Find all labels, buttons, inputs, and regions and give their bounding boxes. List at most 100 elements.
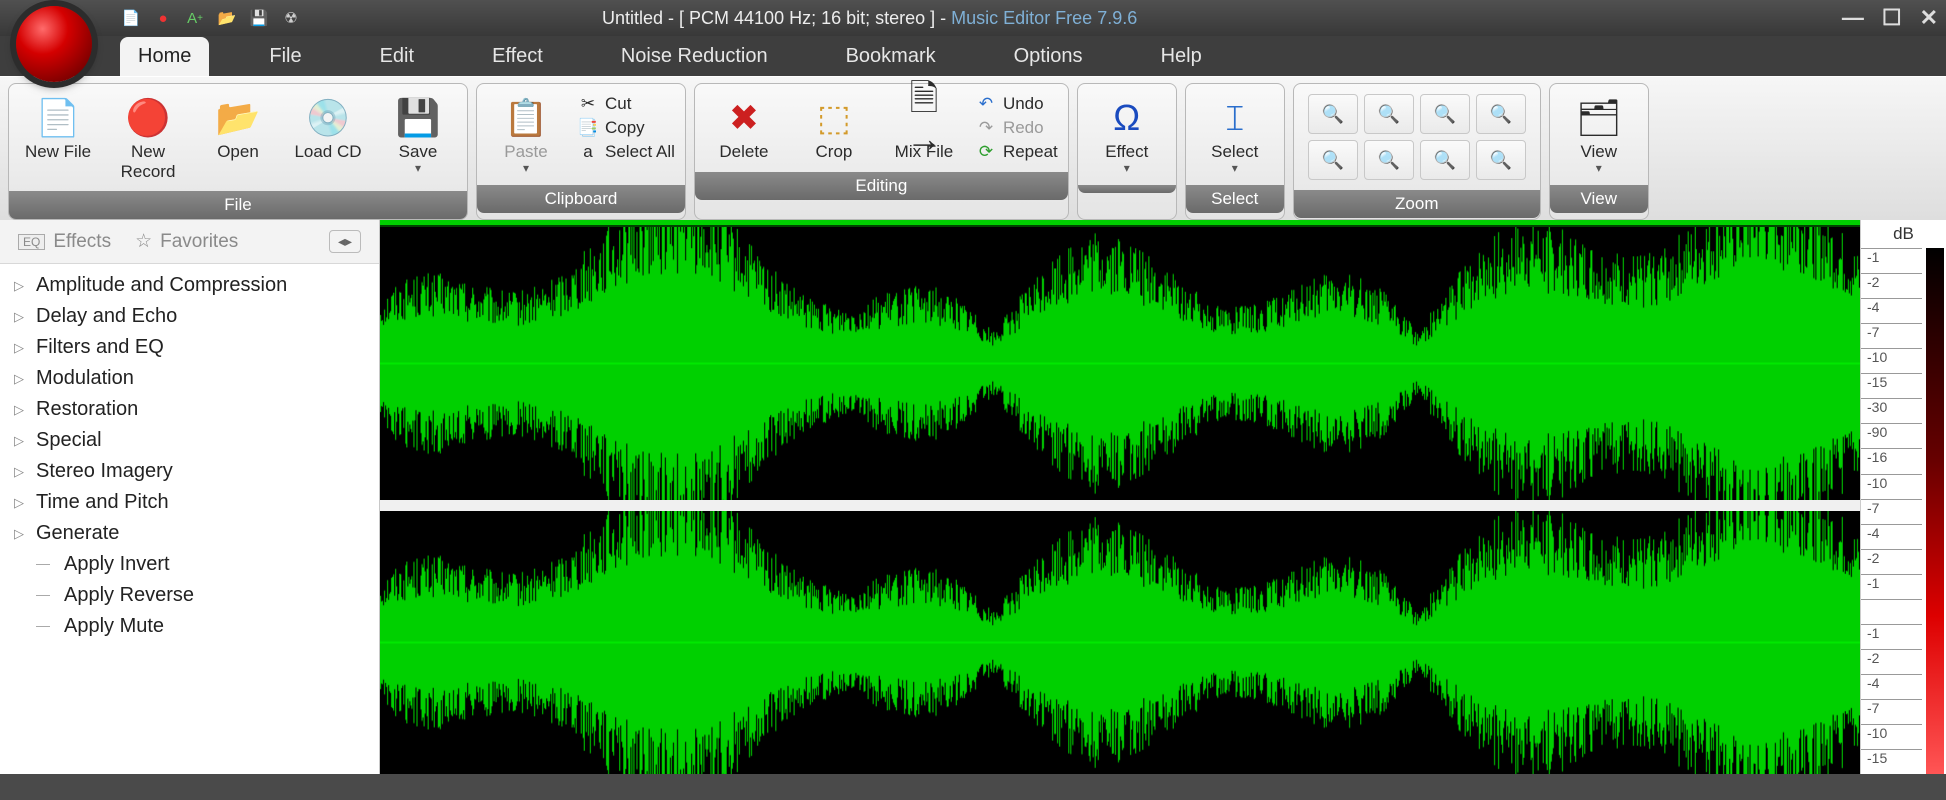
button-label: Cut xyxy=(605,94,631,114)
open-folder-icon[interactable]: 📂 xyxy=(216,7,238,29)
repeat-button[interactable]: ⟳ Repeat xyxy=(975,142,1058,162)
tree-item-apply-mute[interactable]: Apply Mute xyxy=(10,611,369,642)
tab-edit[interactable]: Edit xyxy=(362,37,432,76)
tree-item-label: Restoration xyxy=(36,398,138,421)
tree-item-label: Stereo Imagery xyxy=(36,460,173,483)
paste-button[interactable]: 📋Paste xyxy=(487,90,565,179)
ribbon-group-view: 🗂View View xyxy=(1549,83,1649,220)
redo-button[interactable]: ↷Redo xyxy=(975,118,1058,138)
tree-item-time-and-pitch[interactable]: ▷Time and Pitch xyxy=(10,487,369,518)
level-meter-bar xyxy=(1926,248,1944,774)
side-tab-favorites[interactable]: ☆ Favorites xyxy=(135,230,238,253)
view-button[interactable]: 🗂View xyxy=(1560,90,1638,179)
zoom-button-3[interactable]: 🔍 xyxy=(1476,94,1526,134)
ribbon-group-editing: ✖Delete⬚Crop🗎→Mix File↶Undo↷Redo⟳RepeatE… xyxy=(694,83,1069,220)
select-all-button[interactable]: aSelect All xyxy=(577,142,675,162)
tab-effect[interactable]: Effect xyxy=(474,37,561,76)
tab-bookmark[interactable]: Bookmark xyxy=(828,37,954,76)
repeat-icon: ⟳ xyxy=(975,142,997,162)
maximize-button[interactable]: ☐ xyxy=(1882,5,1902,31)
delete-icon: ✖ xyxy=(720,94,768,142)
tree-item-restoration[interactable]: ▷Restoration xyxy=(10,394,369,425)
minimize-button[interactable]: — xyxy=(1842,5,1864,31)
tree-item-apply-reverse[interactable]: Apply Reverse xyxy=(10,580,369,611)
waveform-right-channel[interactable] xyxy=(380,511,1860,775)
button-label: Redo xyxy=(1003,118,1044,138)
button-label: Crop xyxy=(816,142,853,162)
side-panel-expand-button[interactable]: ◂▸ xyxy=(329,230,361,253)
tab-help[interactable]: Help xyxy=(1143,37,1220,76)
tree-item-apply-invert[interactable]: Apply Invert xyxy=(10,549,369,580)
document-title: Untitled - [ PCM 44100 Hz; 16 bit; stere… xyxy=(602,8,935,28)
add-track-icon[interactable]: A+ xyxy=(184,7,206,29)
new-record-icon: 🔴 xyxy=(124,94,172,142)
app-name: Music Editor Free 7.9.6 xyxy=(951,8,1137,28)
select-button[interactable]: 𝙸Select xyxy=(1196,90,1274,179)
button-label: Load CD xyxy=(294,142,361,162)
crop-button[interactable]: ⬚Crop xyxy=(795,90,873,166)
new-record-button[interactable]: 🔴New Record xyxy=(109,90,187,185)
side-tab-favorites-label: Favorites xyxy=(160,231,238,253)
expand-caret-icon: ▷ xyxy=(14,526,28,542)
paste-icon: 📋 xyxy=(502,94,550,142)
new-file-icon[interactable]: 📄 xyxy=(120,7,142,29)
group-label: View xyxy=(1550,185,1648,213)
db-tick: -30 xyxy=(1861,398,1922,415)
db-tick: -7 xyxy=(1861,323,1922,340)
new-file-button[interactable]: 📄New File xyxy=(19,90,97,166)
window-title: Untitled - [ PCM 44100 Hz; 16 bit; stere… xyxy=(302,8,1842,29)
cut-button[interactable]: ✂Cut xyxy=(577,94,675,114)
select-icon: 𝙸 xyxy=(1211,94,1259,142)
tree-item-delay-and-echo[interactable]: ▷Delay and Echo xyxy=(10,301,369,332)
zoom-button-2[interactable]: 🔍 xyxy=(1420,94,1470,134)
effects-tree: ▷Amplitude and Compression▷Delay and Ech… xyxy=(0,264,379,648)
ribbon: 📄New File🔴New Record📂Open💿Load CD💾SaveFi… xyxy=(0,76,1946,220)
waveform-left-channel[interactable] xyxy=(380,227,1860,501)
tree-item-stereo-imagery[interactable]: ▷Stereo Imagery xyxy=(10,456,369,487)
expand-caret-icon: ▷ xyxy=(14,278,28,294)
zoom-button-4[interactable]: 🔍 xyxy=(1308,140,1358,180)
load-cd-button[interactable]: 💿Load CD xyxy=(289,90,367,166)
open-icon: 📂 xyxy=(214,94,262,142)
close-button[interactable]: ✕ xyxy=(1920,5,1938,31)
zoom-button-5[interactable]: 🔍 xyxy=(1364,140,1414,180)
zoom-button-7[interactable]: 🔍 xyxy=(1476,140,1526,180)
burn-cd-icon[interactable]: ☢ xyxy=(280,7,302,29)
tree-item-filters-and-eq[interactable]: ▷Filters and EQ xyxy=(10,332,369,363)
mix-file-button[interactable]: 🗎→Mix File xyxy=(885,90,963,166)
effect-button[interactable]: ΩEffect xyxy=(1088,90,1166,179)
app-record-orb[interactable] xyxy=(16,6,92,82)
tab-noise-reduction[interactable]: Noise Reduction xyxy=(603,37,786,76)
group-label: Zoom xyxy=(1294,190,1540,218)
button-label: Undo xyxy=(1003,94,1044,114)
save-button[interactable]: 💾Save xyxy=(379,90,457,179)
tab-file[interactable]: File xyxy=(251,37,319,76)
zoom-button-6[interactable]: 🔍 xyxy=(1420,140,1470,180)
db-tick: -2 xyxy=(1861,549,1922,566)
tree-item-amplitude-and-compression[interactable]: ▷Amplitude and Compression xyxy=(10,270,369,301)
undo-button[interactable]: ↶Undo xyxy=(975,94,1058,114)
tree-item-label: Delay and Echo xyxy=(36,305,177,328)
open-button[interactable]: 📂Open xyxy=(199,90,277,166)
tracks-container xyxy=(380,220,1860,774)
copy-button[interactable]: 📑Copy xyxy=(577,118,675,138)
select-all-icon: a xyxy=(577,142,599,162)
tree-item-generate[interactable]: ▷Generate xyxy=(10,518,369,549)
record-dot-icon[interactable]: ● xyxy=(152,7,174,29)
effect-icon: Ω xyxy=(1103,94,1151,142)
db-tick xyxy=(1861,599,1922,600)
window-controls: — ☐ ✕ xyxy=(1842,5,1938,31)
side-tab-effects[interactable]: EQ Effects xyxy=(18,231,111,253)
zoom-button-1[interactable]: 🔍 xyxy=(1364,94,1414,134)
button-label: Repeat xyxy=(1003,142,1058,162)
ribbon-group-select: 𝙸SelectSelect xyxy=(1185,83,1285,220)
tree-item-special[interactable]: ▷Special xyxy=(10,425,369,456)
tab-home[interactable]: Home xyxy=(120,37,209,76)
tree-item-modulation[interactable]: ▷Modulation xyxy=(10,363,369,394)
tree-item-label: Special xyxy=(36,429,102,452)
crop-icon: ⬚ xyxy=(810,94,858,142)
delete-button[interactable]: ✖Delete xyxy=(705,90,783,166)
save-icon[interactable]: 💾 xyxy=(248,7,270,29)
zoom-button-0[interactable]: 🔍 xyxy=(1308,94,1358,134)
tab-options[interactable]: Options xyxy=(996,37,1101,76)
